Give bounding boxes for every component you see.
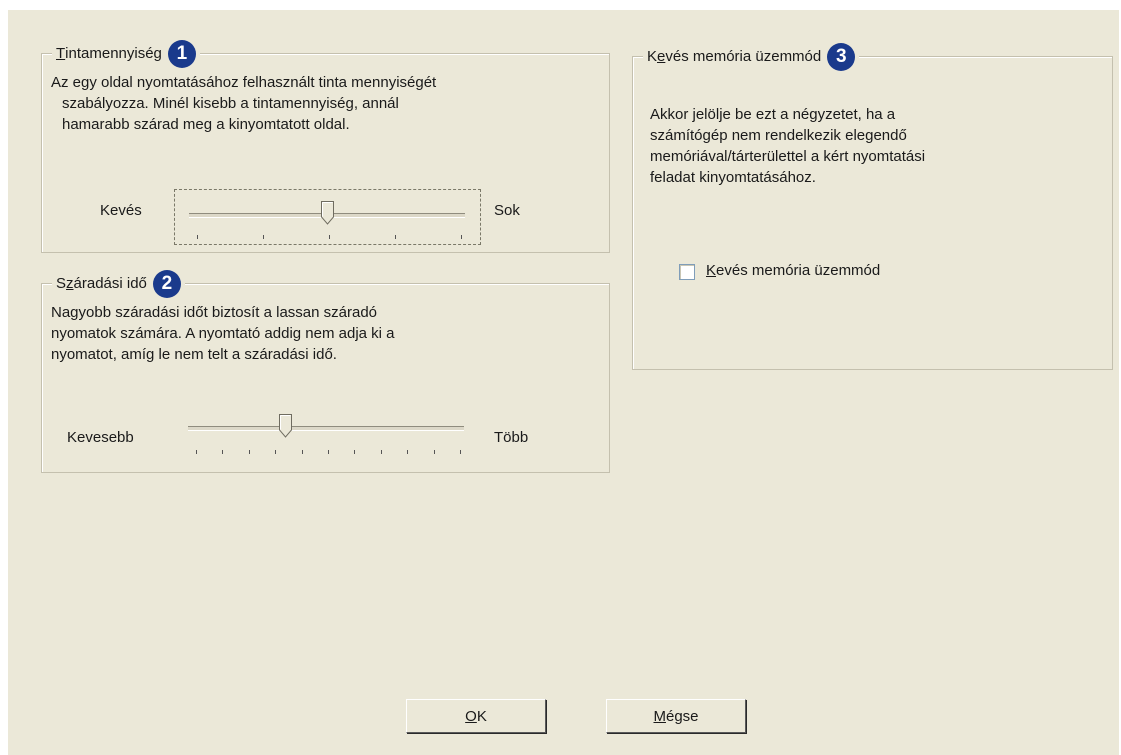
drying-min-label: Kevesebb bbox=[67, 429, 134, 446]
ink-volume-group: Tintamennyiség 1 Az egy oldal nyomtatásá… bbox=[41, 40, 610, 253]
ink-desc-line-3: hamarabb szárad meg a kinyomtatott oldal… bbox=[62, 116, 350, 133]
drying-tick bbox=[433, 450, 435, 454]
dry-desc-line-1: Nagyobb száradási időt biztosít a lassan… bbox=[51, 304, 378, 321]
callout-badge-3: 3 bbox=[827, 43, 856, 71]
drying-tick bbox=[460, 450, 461, 454]
ok-mnemonic: O bbox=[465, 707, 477, 725]
mem-legend-text: vés memória üzemmód bbox=[665, 48, 822, 65]
callout-badge-1: 1 bbox=[167, 40, 196, 68]
mem-desc-line-2: számítógép nem rendelkezik elegendő bbox=[650, 127, 907, 144]
cancel-mnemonic: M bbox=[653, 707, 666, 725]
drying-tick bbox=[275, 450, 277, 454]
ink-desc-line-2: szabályozza. Minél kisebb a tintamennyis… bbox=[62, 95, 399, 112]
drying-legend-mnemonic: z bbox=[66, 275, 74, 292]
drying-time-slider[interactable] bbox=[174, 409, 479, 463]
ok-button[interactable]: OK bbox=[406, 699, 546, 733]
drying-legend-text: áradási idő bbox=[73, 275, 147, 292]
ink-tick bbox=[197, 235, 198, 239]
ink-tick bbox=[461, 235, 462, 239]
drying-max-label: Több bbox=[494, 429, 529, 446]
checkbox-label-text: evés memória üzemmód bbox=[716, 262, 881, 279]
ink-volume-legend: Tintamennyiség 1 bbox=[52, 40, 200, 68]
ink-volume-description: Az egy oldal nyomtatásához felhasznált t… bbox=[51, 72, 436, 135]
drying-slider-thumb[interactable] bbox=[278, 414, 292, 438]
drying-time-description: Nagyobb száradási időt biztosít a lassan… bbox=[51, 302, 395, 365]
low-memory-checkbox-label[interactable]: Kevés memória üzemmód bbox=[706, 262, 880, 279]
checkbox-label-mnemonic: K bbox=[706, 262, 717, 279]
drying-tick bbox=[380, 450, 382, 454]
drying-tick bbox=[407, 450, 409, 454]
dry-desc-line-2: nyomatok számára. A nyomtató addig nem a… bbox=[51, 325, 395, 342]
ink-max-label: Sok bbox=[494, 202, 520, 219]
mem-desc-line-4: feladat kinyomtatásához. bbox=[650, 169, 816, 186]
drying-time-legend: Sz áradási idő 2 bbox=[52, 270, 185, 298]
ink-tick bbox=[263, 235, 264, 239]
drying-tick bbox=[328, 450, 329, 454]
cancel-text: égse bbox=[665, 707, 699, 725]
mem-legend-prefix: K bbox=[647, 48, 658, 65]
callout-badge-2: 2 bbox=[152, 270, 181, 298]
drying-tick bbox=[301, 450, 303, 454]
ink-volume-legend-mnemonic: T bbox=[56, 45, 66, 62]
mem-desc-line-1: Akkor jelölje be ezt a négyzetet, ha a bbox=[650, 106, 896, 123]
ink-volume-legend-text: intamennyiség bbox=[65, 45, 162, 62]
cancel-button[interactable]: Mégse bbox=[606, 699, 746, 733]
drying-tick bbox=[354, 450, 356, 454]
drying-legend-prefix: S bbox=[56, 275, 67, 292]
drying-slider-track bbox=[188, 426, 464, 431]
drying-tick bbox=[196, 450, 197, 454]
ok-text: K bbox=[476, 707, 487, 725]
drying-time-group: Sz áradási idő 2 Nagyobb száradási időt b… bbox=[41, 270, 610, 473]
ink-min-label: Kevés bbox=[100, 202, 142, 219]
low-memory-description: Akkor jelölje be ezt a négyzetet, ha a s… bbox=[650, 104, 925, 188]
ink-tick bbox=[395, 235, 396, 239]
low-memory-legend: Ke vés memória üzemmód 3 bbox=[643, 43, 860, 71]
low-memory-checkbox[interactable] bbox=[679, 264, 695, 280]
ink-desc-line-1: Az egy oldal nyomtatásához felhasznált t… bbox=[51, 74, 437, 91]
drying-tick bbox=[222, 450, 224, 454]
mem-legend-mnemonic: e bbox=[657, 48, 666, 65]
low-memory-group: Ke vés memória üzemmód 3 Akkor jelölje be… bbox=[632, 43, 1113, 370]
printer-settings-dialog: Tintamennyiség 1 Az egy oldal nyomtatásá… bbox=[8, 10, 1119, 755]
mem-desc-line-3: memóriával/tárterülettel a kért nyomtatá… bbox=[650, 148, 926, 165]
drying-tick bbox=[248, 450, 250, 454]
ink-volume-slider[interactable] bbox=[174, 189, 481, 245]
ink-slider-thumb[interactable] bbox=[321, 201, 334, 225]
ink-tick bbox=[329, 235, 330, 239]
dry-desc-line-3: nyomatot, amíg le nem telt a száradási i… bbox=[51, 346, 337, 363]
